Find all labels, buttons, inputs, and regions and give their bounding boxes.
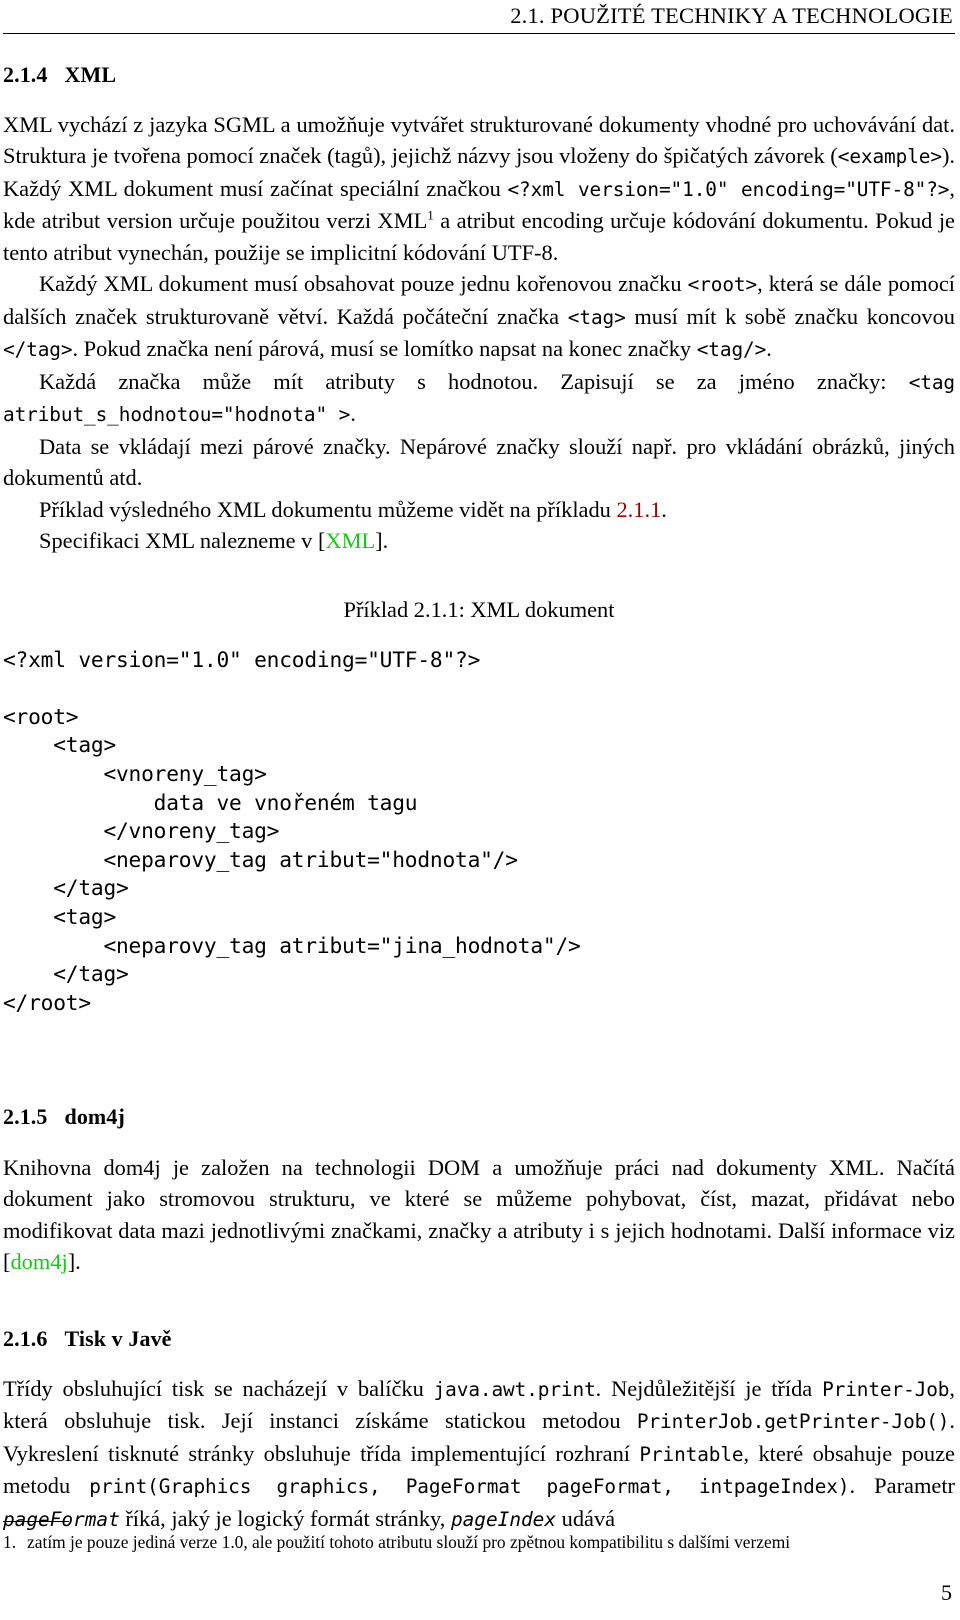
paragraph-dom4j: Knihovna dom4j je založen na technologii… [3,1152,955,1278]
text-run: Třídy obsluhující tisk se nacházejí v ba… [3,1375,434,1401]
heading-tisk-title: Tisk v Javě [64,1325,172,1351]
text-run: . Parametr [849,1473,955,1499]
paragraph-xml-spec: Specifikaci XML nalezneme v [XML]. [3,525,955,557]
page-number: 5 [941,1580,952,1605]
document-page: 2.1. POUŽITÉ TECHNIKY A TECHNOLOGIE 2.1.… [0,0,960,1620]
paragraph-xml-attributes: Každá značka může mít atributy s hodnoto… [3,366,955,431]
inline-code: <example> [837,145,942,169]
text-run: ]. [375,528,389,554]
inline-code: </tag> [3,338,73,362]
inline-code: java.awt.print [433,1377,596,1401]
inline-code: Job() [891,1410,950,1434]
paragraph-xml-root: Každý XML dokument musí obsahovat pouze … [3,268,955,366]
text-run: Specifikaci XML nalezneme v [ [39,528,326,554]
text-run: Každý XML dokument musí obsahovat pouze … [39,271,688,297]
text-run: . [661,496,667,522]
inline-code: <?xml version="1.0" encoding="UTF-8"?> [507,177,950,201]
heading-dom4j: 2.1.5 dom4j [3,1105,955,1129]
heading-tisk-v-jave: 2.1.6 Tisk v Javě [3,1325,955,1351]
text-run: musí mít k sobě značku koncovou [625,303,955,329]
footnote-number: 1. [3,1532,17,1552]
heading-xml-title: XML [64,61,117,87]
text-run: Příklad výsledného XML dokumentu můžeme … [39,496,617,522]
citation-link-xml[interactable]: XML [325,528,375,553]
link-example-2-1-1[interactable]: 2.1.1 [616,497,661,522]
text-run: . [350,401,356,427]
inline-code: s_hodnotou="hodnota" > [95,403,351,427]
paragraph-xml-example-ref: Příklad výsledného XML dokumentu můžeme … [3,494,955,526]
heading-xml: 2.1.4 XML [3,61,955,87]
heading-dom4j-number: 2.1.5 [3,1104,48,1130]
footnote-item: 1. zatím je pouze jediná verze 1.0, ale … [3,1531,955,1554]
text-run: . Pokud značka není párová, musí se lomí… [72,336,697,362]
header-rule [3,32,955,34]
citation-link-dom4j[interactable]: dom4j [10,1249,67,1274]
text-run: Knihovna dom4j je založen na technologii… [3,1154,955,1275]
running-header: 2.1. POUŽITÉ TECHNIKY A TECHNOLOGIE [510,3,953,28]
heading-dom4j-title: dom4j [64,1104,125,1130]
inline-code: <tag/> [696,338,767,362]
paragraph-tisk: Třídy obsluhující tisk se nacházejí v ba… [3,1373,955,1536]
text-run: . [766,336,772,362]
text-run: ]. [67,1249,81,1275]
footnote-area: 1. zatím je pouze jediná verze 1.0, ale … [3,1521,955,1554]
footnote-rule [3,1521,69,1522]
code-listing-xml-document: <?xml version="1.0" encoding="UTF-8"?> <… [3,646,581,1015]
heading-tisk-number: 2.1.6 [3,1325,48,1351]
inline-code: pageIndex) [733,1475,850,1499]
inline-code: <root> [687,273,758,297]
inline-code: print(Graphics graphics, PageFormat page… [89,1475,734,1499]
inline-code: Job [914,1377,950,1401]
footnote-text: zatím je pouze jediná verze 1.0, ale pou… [27,1532,791,1552]
heading-xml-number: 2.1.4 [3,61,48,87]
inline-code: <tag> [567,305,626,329]
example-caption: Příklad 2.1.1: XML dokument [343,596,615,622]
inline-code: PrinterJob.getPrinter- [636,1410,892,1434]
text-run: . Nejdůležitější je třída [595,1375,823,1401]
paragraph-xml-intro: XML vychází z jazyka SGML a umožňuje vyt… [3,109,955,269]
text-run: XML vychází z jazyka SGML a umožňuje vyt… [3,111,955,169]
inline-code: Printable [639,1442,744,1466]
paragraph-xml-data: Data se vkládají mezi párové značky. Nep… [3,433,955,491]
inline-code: Printer- [822,1377,915,1401]
text-run: Každá značka může mít atributy s hodnoto… [39,368,909,394]
